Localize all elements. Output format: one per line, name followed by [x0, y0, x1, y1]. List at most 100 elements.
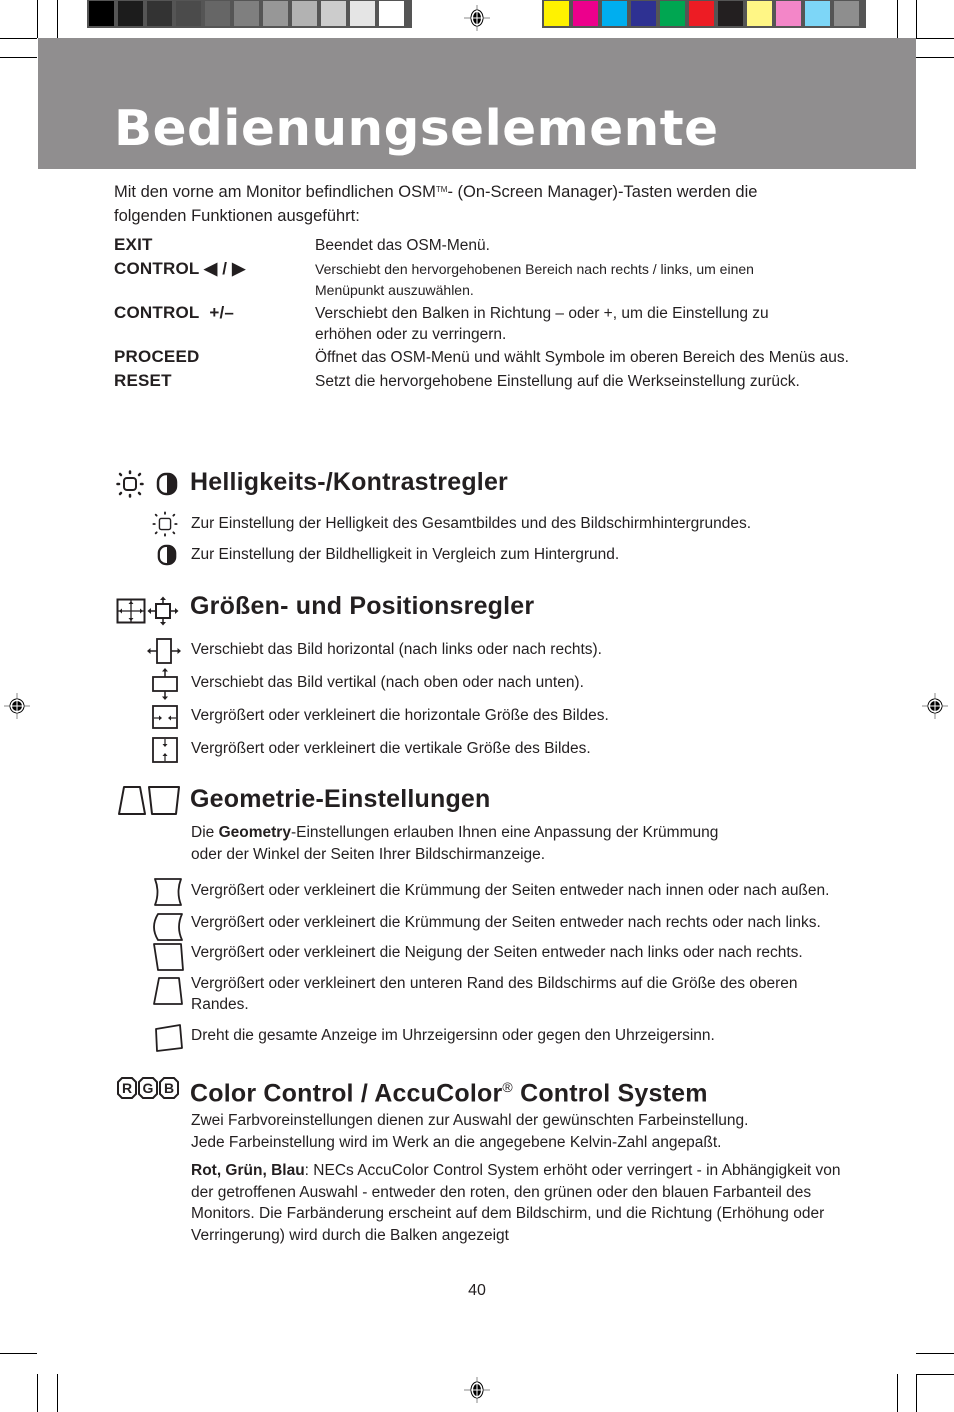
- color-swatch: [176, 1, 201, 26]
- crop-mark: [57, 1374, 58, 1412]
- list-item: Vergrößert oder verkleinert die vertikal…: [191, 740, 591, 757]
- intro-text: -Einstellungen erlauben Ihnen eine Anpas…: [290, 824, 719, 841]
- crop-mark: [916, 38, 954, 39]
- crop-mark: [57, 0, 58, 38]
- crop-mark: [916, 57, 954, 58]
- intro-text: Die: [191, 824, 219, 841]
- geometry-intro: Die Geometry-Einstellungen erlauben Ihne…: [191, 822, 846, 866]
- size-icon: [116, 598, 146, 624]
- color-swatch: [834, 1, 859, 26]
- crop-mark: [916, 0, 917, 38]
- list-item: Verschiebt das Bild vertikal (nach oben …: [191, 674, 584, 691]
- key-description: Setzt die hervorgehobene Einstellung auf…: [315, 373, 800, 390]
- rgb-description: Rot, Grün, Blau: NECs AccuColor Control …: [191, 1160, 851, 1246]
- color-swatch: [573, 1, 598, 26]
- color-swatch: [292, 1, 317, 26]
- key-description: Öffnet das OSM-Menü und wählt Symbole im…: [315, 349, 849, 366]
- v-position-icon: [152, 668, 178, 700]
- registration-mark-icon: [4, 693, 30, 719]
- list-item: Vergrößert oder verkleinert die horizont…: [191, 707, 609, 724]
- key-row-control-plusminus: CONTROL +/– Verschiebt den Balken in Ric…: [114, 301, 854, 345]
- color-swatch: [234, 1, 259, 26]
- page-number: 40: [468, 1282, 486, 1299]
- contrast-icon: [157, 544, 177, 566]
- color-intro-line: Zwei Farbvoreinstellungen dienen zur Aus…: [191, 1112, 749, 1129]
- color-swatch: [660, 1, 685, 26]
- crop-mark: [37, 0, 38, 38]
- rgb-letter-b: B: [164, 1080, 174, 1096]
- key-row-exit: EXIT Beendet das OSM-Menü.: [114, 233, 854, 257]
- h-size-icon: [152, 705, 178, 729]
- list-item: Vergrößert oder verkleinert die Krümmung…: [191, 914, 821, 931]
- key-row-proceed: PROCEED Öffnet das OSM-Menü und wählt Sy…: [114, 345, 854, 369]
- title-text: Control System: [512, 1079, 708, 1108]
- list-item: Vergrößert oder verkleinert die Neigung …: [191, 944, 803, 961]
- h-position-icon: [147, 638, 181, 664]
- contrast-icon: [156, 472, 178, 496]
- key-description: Verschiebt den Balken in Richtung – oder…: [315, 305, 769, 343]
- crop-mark: [916, 1353, 954, 1354]
- intro-paragraph: Mit den vorne am Monitor befindlichen OS…: [114, 180, 834, 228]
- key-name: EXIT: [114, 235, 153, 254]
- color-intro-line: Jede Farbeinstellung wird im Werk an die…: [191, 1134, 722, 1151]
- list-item: Vergrößert oder verkleinert die Krümmung…: [191, 882, 830, 899]
- color-swatch: [689, 1, 714, 26]
- v-size-icon: [152, 737, 178, 763]
- rgb-term: Rot, Grün, Blau: [191, 1162, 305, 1179]
- crop-mark: [897, 0, 898, 38]
- section-title-size-position: Größen- und Positionsregler: [190, 592, 535, 620]
- section-title-geometry: Geometrie-Einstellungen: [190, 785, 491, 813]
- key-name-text: CONTROL: [114, 259, 200, 278]
- list-item: Vergrößert oder verkleinert den unteren …: [191, 975, 798, 1013]
- key-function-list: EXIT Beendet das OSM-Menü. CONTROL ◀ / ▶…: [114, 233, 854, 393]
- parallelogram-icon: [153, 943, 184, 971]
- color-swatch: [805, 1, 830, 26]
- key-name: CONTROL ◀ / ▶: [114, 257, 315, 301]
- rgb-letter-r: R: [122, 1080, 132, 1096]
- sun-icon: [116, 470, 144, 498]
- crop-mark: [0, 38, 37, 39]
- crop-mark: [916, 1374, 917, 1412]
- rgb-icon: R G B: [117, 1077, 179, 1099]
- intro-text: oder der Winkel der Seiten Ihrer Bildsch…: [191, 846, 546, 863]
- registration-mark-icon: [922, 693, 948, 719]
- color-swatch: [544, 1, 569, 26]
- registered-sign: ®: [502, 1079, 513, 1095]
- pincushion-icon: [154, 878, 182, 906]
- sun-icon: [152, 511, 178, 537]
- color-swatch: [89, 1, 114, 26]
- section-title-brightness: Helligkeits-/Kontrastregler: [190, 468, 508, 496]
- crop-mark: [0, 1353, 37, 1354]
- plus-minus-label: +/–: [209, 303, 235, 322]
- position-icon: [147, 596, 179, 626]
- grayscale-calibration-bar: [87, 0, 412, 28]
- list-item: Zur Einstellung der Helligkeit des Gesam…: [191, 515, 751, 532]
- color-swatch: [350, 1, 375, 26]
- crop-mark: [0, 57, 37, 58]
- color-swatch: [147, 1, 172, 26]
- geometry-term: Geometry: [218, 824, 291, 841]
- list-item: Verschiebt das Bild horizontal (nach lin…: [191, 641, 602, 658]
- trademark-sign: TM: [435, 185, 448, 194]
- pincushion-balance-icon: [153, 913, 183, 941]
- color-swatch: [602, 1, 627, 26]
- page-title: Bedienungselemente: [114, 100, 719, 157]
- key-name: RESET: [114, 371, 172, 390]
- key-name-text: CONTROL: [114, 303, 200, 322]
- color-swatch: [776, 1, 801, 26]
- crop-mark: [897, 1374, 898, 1412]
- rotate-icon: [155, 1024, 183, 1052]
- key-row-control-arrows: CONTROL ◀ / ▶ Verschiebt den hervorgehob…: [114, 257, 854, 301]
- trapezoid-icon: [153, 977, 183, 1005]
- color-swatch: [118, 1, 143, 26]
- intro-text: Mit den vorne am Monitor befindlichen OS…: [114, 183, 436, 201]
- color-swatch: [263, 1, 288, 26]
- registration-mark-icon: [464, 5, 490, 31]
- section-title-color-control: Color Control / AccuColor® Control Syste…: [190, 1072, 708, 1108]
- color-swatch: [379, 1, 404, 26]
- rgb-letter-g: G: [143, 1080, 154, 1096]
- key-row-reset: RESET Setzt die hervorgehobene Einstellu…: [114, 369, 854, 393]
- registration-mark-icon: [464, 1377, 490, 1403]
- key-name: PROCEED: [114, 347, 200, 366]
- crop-mark: [916, 1374, 954, 1375]
